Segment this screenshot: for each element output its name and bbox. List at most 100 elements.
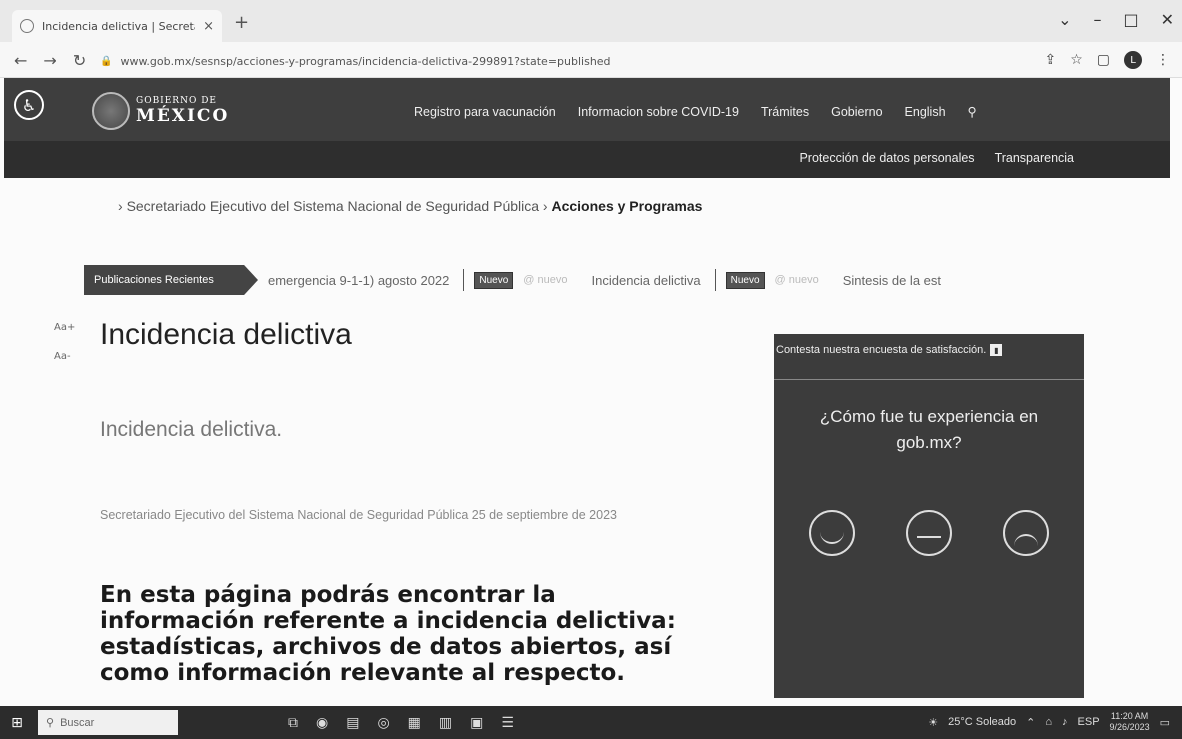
browser-toolbar-icons: ⇪ ☆ ▢ L ⋮ [1044, 51, 1170, 69]
network-icon[interactable]: ⌂ [1045, 716, 1052, 728]
gov-logo-text[interactable]: GOBIERNO DE MÉXICO [136, 96, 229, 126]
system-tray: ☀ 25°C Soleado ⌃ ⌂ ♪ ESP 11:20 AM 9/26/2… [928, 711, 1170, 733]
outlook-icon[interactable]: ▣ [470, 715, 483, 731]
main-nav: Registro para vacunación Informacion sob… [414, 104, 977, 120]
file-explorer-icon[interactable]: ▤ [346, 715, 359, 731]
nav-transparencia[interactable]: Transparencia [995, 151, 1074, 165]
page-subtitle: Incidencia delictiva. [100, 418, 283, 441]
address-bar: ← → ↻ 🔒 www.gob.mx/sesnsp/acciones-y-pro… [0, 42, 1182, 78]
nav-registro-vacunacion[interactable]: Registro para vacunación [414, 105, 556, 119]
taskbar-apps: ⧉ ◉ ▤ ◎ ▦ ▥ ▣ ☰ [288, 715, 514, 731]
chrome-icon[interactable]: ◎ [377, 715, 389, 731]
clock-time: 11:20 AM [1110, 711, 1149, 721]
word-icon[interactable]: ▦ [408, 715, 421, 731]
language-indicator[interactable]: ESP [1078, 716, 1100, 728]
maximize-button[interactable]: □ [1123, 10, 1138, 29]
spotify-icon[interactable]: ☰ [501, 715, 514, 731]
window-controls: ⌄ – □ ✕ [1058, 10, 1174, 29]
taskbar-search-placeholder: Buscar [60, 716, 95, 729]
ticker-item-text[interactable]: emergencia 9-1-1) agosto 2022 [268, 273, 449, 288]
ticker-item[interactable]: Nuevo @ nuevo [474, 271, 568, 289]
edge-browser-icon[interactable]: ◉ [316, 715, 328, 731]
gov-header: ♿ GOBIERNO DE MÉXICO Registro para vacun… [4, 78, 1170, 178]
ticker-divider [463, 269, 465, 291]
taskbar-clock[interactable]: 11:20 AM 9/26/2023 [1110, 711, 1150, 733]
browser-tab-bar: Incidencia delictiva | Secretaria × + ⌄ … [0, 0, 1182, 42]
reload-icon[interactable]: ↻ [73, 51, 86, 70]
nav-english[interactable]: English [905, 105, 946, 119]
ticker-item-text[interactable]: Sintesis de la est [843, 273, 941, 288]
survey-rating-options [784, 510, 1074, 556]
url-field[interactable]: 🔒 www.gob.mx/sesnsp/acciones-y-programas… [100, 50, 1000, 72]
sad-face-button[interactable] [1002, 510, 1049, 556]
notifications-icon[interactable]: ▭ [1160, 716, 1170, 729]
search-icon[interactable]: ⚲ [968, 104, 977, 119]
tab-search-button[interactable]: ⌄ [1058, 10, 1071, 29]
ticker-label: Publicaciones Recientes [84, 265, 258, 295]
forward-arrow-icon[interactable]: → [43, 51, 56, 70]
nav-gobierno[interactable]: Gobierno [831, 105, 882, 119]
minimize-button[interactable]: – [1093, 10, 1101, 29]
breadcrumb: › Secretariado Ejecutivo del Sistema Nac… [118, 198, 702, 214]
close-window-button[interactable]: ✕ [1161, 10, 1174, 29]
search-icon: ⚲ [46, 717, 55, 729]
breadcrumb-current: Acciones y Programas [551, 198, 703, 214]
ticker-item-text[interactable]: Incidencia delictiva [592, 273, 701, 288]
tray-overflow-icon[interactable]: ⌃ [1026, 716, 1035, 729]
breadcrumb-parent-link[interactable]: Secretariado Ejecutivo del Sistema Nacio… [127, 198, 539, 214]
survey-question: ¿Cómo fue tu experiencia en gob.mx? [819, 407, 1039, 452]
happy-face-button[interactable] [809, 510, 856, 556]
nav-informacion-covid[interactable]: Informacion sobre COVID-19 [578, 105, 739, 119]
volume-icon[interactable]: ♪ [1062, 716, 1068, 728]
ticker-item-faint: @ nuevo [523, 274, 568, 286]
nav-proteccion-datos[interactable]: Protección de datos personales [799, 151, 974, 165]
tab-close-button[interactable]: × [203, 19, 214, 34]
gov-seal-logo[interactable] [92, 92, 130, 130]
gov-logo-line1: GOBIERNO DE [136, 96, 217, 106]
font-decrease-button[interactable]: Aa- [54, 351, 75, 362]
share-icon[interactable]: ⇪ [1044, 52, 1056, 68]
page-title: Incidencia delictiva [100, 318, 352, 351]
article-meta: Secretariado Ejecutivo del Sistema Nacio… [100, 508, 617, 522]
font-increase-button[interactable]: Aa+ [54, 322, 75, 333]
font-size-controls: Aa+ Aa- [54, 322, 75, 362]
accessibility-icon[interactable]: ♿ [14, 90, 44, 120]
gov-logo-line2: MÉXICO [136, 106, 230, 126]
profile-avatar[interactable]: L [1124, 51, 1142, 69]
satisfaction-survey-panel: Contesta nuestra encuesta de satisfacció… [774, 334, 1084, 698]
lock-icon[interactable]: 🔒 [100, 56, 112, 67]
excel-icon[interactable]: ▥ [439, 715, 452, 731]
survey-header-text: Contesta nuestra encuesta de satisfacció… [776, 344, 987, 356]
tab-title: Incidencia delictiva | Secretaria [42, 19, 195, 33]
weather-icon[interactable]: ☀ [928, 716, 938, 729]
browser-tab[interactable]: Incidencia delictiva | Secretaria × [12, 10, 222, 42]
taskbar-search[interactable]: ⚲ Buscar [38, 710, 178, 735]
neutral-face-button[interactable] [905, 510, 952, 556]
windows-start-icon[interactable]: ⊞ [0, 706, 34, 739]
weather-text[interactable]: 25°C Soleado [948, 716, 1016, 728]
new-badge: Nuevo [725, 271, 765, 289]
sidebar-icon[interactable]: ▢ [1097, 52, 1110, 68]
article-lead: En esta página podrás encontrar la infor… [100, 582, 676, 686]
ticker-item[interactable]: Incidencia delictiva [592, 273, 701, 288]
ticker-item[interactable]: Sintesis de la est [843, 273, 941, 288]
url-text: www.gob.mx/sesnsp/acciones-y-programas/i… [120, 54, 611, 68]
nav-tramites[interactable]: Trámites [761, 105, 809, 119]
task-view-icon[interactable]: ⧉ [288, 715, 298, 731]
ticker-item[interactable]: emergencia 9-1-1) agosto 2022 [268, 273, 449, 288]
menu-kebab-icon[interactable]: ⋮ [1156, 52, 1170, 68]
survey-header[interactable]: Contesta nuestra encuesta de satisfacció… [774, 334, 1084, 380]
ticker-item-faint: @ nuevo [774, 274, 819, 286]
ticker-item[interactable]: Nuevo @ nuevo [725, 271, 819, 289]
chart-icon: ▮ [990, 344, 1003, 356]
site-favicon-icon [20, 19, 34, 33]
bookmark-star-icon[interactable]: ☆ [1070, 52, 1083, 68]
new-badge: Nuevo [474, 271, 514, 289]
breadcrumb-separator: › [118, 198, 127, 214]
sub-nav: Protección de datos personales Transpare… [799, 151, 1074, 165]
clock-date: 9/26/2023 [1109, 722, 1150, 732]
new-tab-button[interactable]: + [234, 12, 249, 33]
ticker-divider [714, 269, 716, 291]
recent-publications-ticker: Publicaciones Recientes emergencia 9-1-1… [84, 265, 1104, 295]
back-arrow-icon[interactable]: ← [14, 51, 27, 70]
